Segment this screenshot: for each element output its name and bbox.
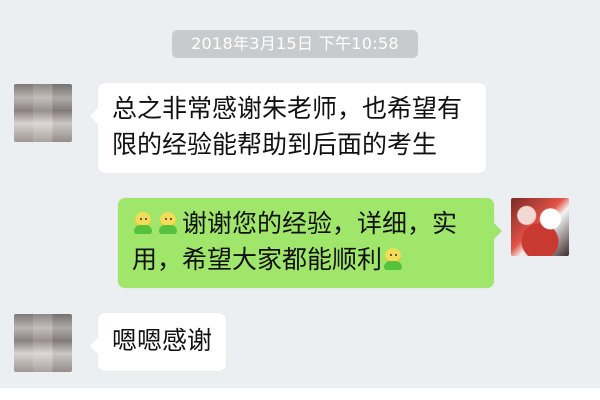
message-text-line: 限的经验能帮助到后面的考生 xyxy=(112,130,438,159)
message-text: 用，希望大家都能顺利 xyxy=(132,245,383,274)
contact-avatar[interactable] xyxy=(14,84,72,142)
message-text: 谢谢您的经验，详细，实 xyxy=(182,209,458,238)
message-text-line: 总之非常感谢朱老师，也希望有 xyxy=(112,94,463,123)
message-timestamp: 2018年3月15日 下午10:58 xyxy=(172,30,418,58)
message-text-line: 用，希望大家都能顺利 xyxy=(132,242,480,278)
incoming-message-bubble[interactable]: 总之非常感谢朱老师，也希望有 限的经验能帮助到后面的考生 xyxy=(90,83,486,173)
chat-window: 2018年3月15日 下午10:58 总之非常感谢朱老师，也希望有 限的经验能帮… xyxy=(0,0,600,400)
message-text-line: 谢谢您的经验，详细，实 xyxy=(132,206,480,242)
incoming-message-bubble[interactable]: 嗯嗯感谢 xyxy=(90,313,226,371)
message-text-line: 嗯嗯感谢 xyxy=(112,326,213,355)
self-avatar[interactable] xyxy=(511,198,569,256)
contact-avatar[interactable] xyxy=(14,314,72,372)
outgoing-message-bubble[interactable]: 谢谢您的经验，详细，实 用，希望大家都能顺利 xyxy=(118,198,502,288)
smiling-sprout-emoji xyxy=(132,211,154,235)
smiling-sprout-emoji xyxy=(382,247,404,271)
smiling-sprout-emoji xyxy=(157,211,179,235)
